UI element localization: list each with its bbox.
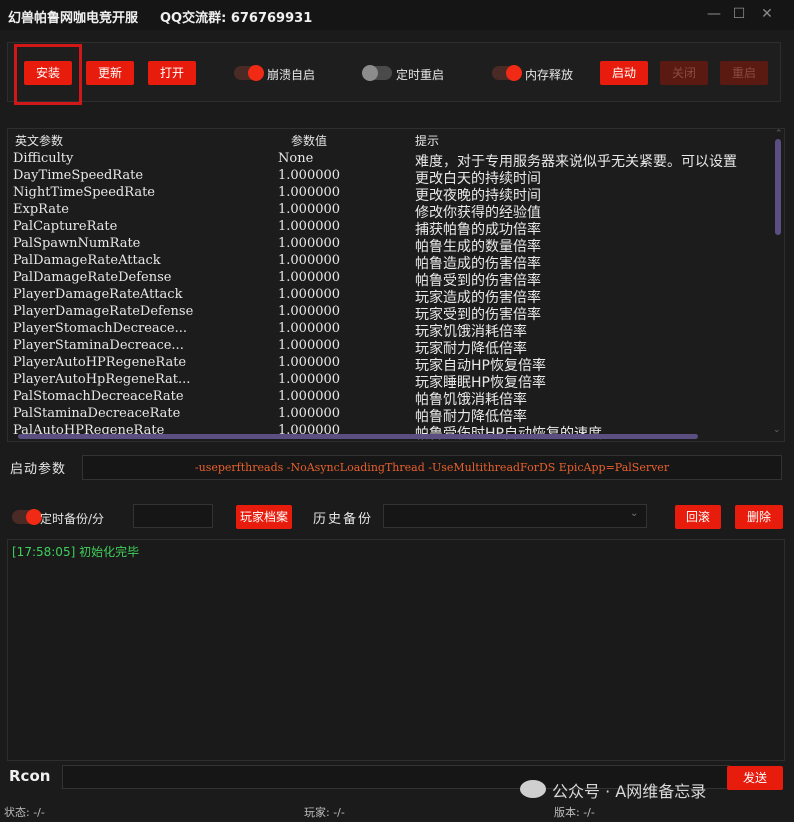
toggle-knob [248,65,264,81]
param-value: 1.000000 [278,202,341,217]
minimize-icon[interactable]: — [703,4,725,24]
table-row[interactable]: PalDamageRateDefense 1.000000 帕鲁受到的伤害倍率 [8,270,774,289]
param-name: PalSpawnNumRate [13,236,141,251]
crash-restart-label: 崩溃自启 [267,68,316,82]
table-row[interactable]: Difficulty None 难度，对于专用服务器来说似乎无关紧要。可以设置 [8,151,774,170]
param-name: PalDamageRateAttack [13,253,161,268]
param-value: 1.000000 [278,321,341,336]
table-row[interactable]: PlayerDamageRateDefense 1.000000 玩家受到的伤害倍率 [8,304,774,323]
memory-release-label: 内存释放 [525,68,574,82]
param-value: 1.000000 [278,185,341,200]
open-button[interactable]: 打开 [148,61,196,85]
param-value: 1.000000 [278,406,341,421]
log-line: [17:58:05] 初始化完毕 [12,545,140,559]
chevron-down-icon[interactable]: ⌄ [630,508,638,519]
timed-backup-label: 定时备份/分 [40,512,105,526]
delete-button[interactable]: 删除 [735,505,783,529]
table-row[interactable]: PlayerStaminaDecreace... 1.000000 玩家耐力降低倍率 [8,338,774,357]
send-button[interactable]: 发送 [727,766,783,790]
status-state: 状态: -/- [4,806,45,819]
install-highlight-box [14,44,82,105]
param-name: PlayerDamageRateDefense [13,304,194,319]
toggle-knob [362,65,378,81]
param-name: PalStaminaDecreaceRate [13,406,181,421]
scroll-up-icon[interactable]: ⌃ [775,129,783,139]
table-row[interactable]: PalDamageRateAttack 1.000000 帕鲁造成的伤害倍率 [8,253,774,272]
player-archive-button[interactable]: 玩家档案 [236,505,292,529]
table-row[interactable]: PlayerStomachDecreace... 1.000000 玩家饥饿消耗倍率 [8,321,774,340]
status-version: 版本: -/- [554,806,595,819]
wechat-icon [520,780,546,798]
start-button[interactable]: 启动 [600,61,648,85]
timed-backup-toggle[interactable] [12,509,42,525]
table-row[interactable]: ExpRate 1.000000 修改你获得的经验值 [8,202,774,221]
table-row[interactable]: PlayerDamageRateAttack 1.000000 玩家造成的伤害倍率 [8,287,774,306]
header-param-value: 参数值 [291,134,328,148]
param-value: 1.000000 [278,355,341,370]
watermark: 公众号 · A网维备忘录 [552,782,707,801]
header-hint: 提示 [415,134,440,148]
rcon-label: Rcon [9,767,51,785]
param-name: DayTimeSpeedRate [13,168,144,183]
param-hint: 帕鲁受伤时HP自动恢复的速度 [415,423,602,441]
param-name: PlayerStaminaDecreace... [13,338,184,353]
param-table: 英文参数 参数值 提示 Difficulty None 难度，对于专用服务器来说似乎… [7,128,785,442]
param-name: ExpRate [13,202,69,217]
param-value: 1.000000 [278,236,341,251]
restart-button[interactable]: 重启 [720,61,768,85]
table-row[interactable]: PlayerAutoHPRegeneRate 1.000000 玩家自动HP恢复倍率 [8,355,774,374]
app-title: 幻兽帕鲁网咖电竞开服 [8,11,139,26]
stop-button[interactable]: 关闭 [660,61,708,85]
history-backup-select[interactable] [383,504,647,528]
table-row[interactable]: PlayerAutoHpRegeneRat... 1.000000 玩家睡眠HP恢复… [8,372,774,391]
table-row[interactable]: DayTimeSpeedRate 1.000000 更改白天的持续时间 [8,168,774,187]
close-icon[interactable]: ✕ [756,4,778,24]
param-value: 1.000000 [278,372,341,387]
launch-args-input[interactable]: -useperfthreads -NoAsyncLoadingThread -U… [82,455,782,480]
timed-restart-label: 定时重启 [396,68,445,82]
update-button[interactable]: 更新 [86,61,134,85]
toggle-knob [506,65,522,81]
param-name: PalDamageRateDefense [13,270,172,285]
param-value: 1.000000 [278,270,341,285]
table-row[interactable]: PalCaptureRate 1.000000 捕获帕鲁的成功倍率 [8,219,774,238]
backup-interval-input[interactable] [133,504,213,528]
table-row[interactable]: PalStaminaDecreaceRate 1.000000 帕鲁耐力降低倍率 [8,406,774,425]
rollback-button[interactable]: 回滚 [675,505,721,529]
param-name: Difficulty [13,151,74,166]
param-value: None [278,151,314,166]
param-value: 1.000000 [278,253,341,268]
memory-release-toggle[interactable] [492,65,522,81]
table-row[interactable]: PalStomachDecreaceRate 1.000000 帕鲁饥饿消耗倍率 [8,389,774,408]
param-name: PlayerDamageRateAttack [13,287,183,302]
launch-args-label: 启动参数 [10,462,67,477]
param-value: 1.000000 [278,304,341,319]
param-name: PalCaptureRate [13,219,118,234]
param-name: PlayerStomachDecreace... [13,321,188,336]
param-value: 1.000000 [278,168,341,183]
param-value: 1.000000 [278,389,341,404]
param-name: PlayerAutoHpRegeneRat... [13,372,191,387]
param-value: 1.000000 [278,338,341,353]
param-name: PlayerAutoHPRegeneRate [13,355,187,370]
crash-restart-toggle[interactable] [234,65,264,81]
header-english-param: 英文参数 [15,134,64,148]
param-name: PalStomachDecreaceRate [13,389,184,404]
status-players: 玩家: -/- [304,806,345,819]
maximize-icon[interactable]: ☐ [728,4,750,24]
timed-restart-toggle[interactable] [362,65,392,81]
log-panel: [17:58:05] 初始化完毕 [7,539,785,761]
param-name: NightTimeSpeedRate [13,185,155,200]
scroll-down-icon[interactable]: ⌄ [773,425,781,435]
vertical-scrollbar[interactable] [775,139,781,235]
table-row[interactable]: PalSpawnNumRate 1.000000 帕鲁生成的数量倍率 [8,236,774,255]
history-backup-label: 历史备份 [313,512,374,527]
horizontal-scrollbar[interactable] [18,434,698,439]
qq-group-label: QQ交流群: 676769931 [160,11,313,26]
param-value: 1.000000 [278,287,341,302]
param-value: 1.000000 [278,219,341,234]
table-row[interactable]: NightTimeSpeedRate 1.000000 更改夜晚的持续时间 [8,185,774,204]
